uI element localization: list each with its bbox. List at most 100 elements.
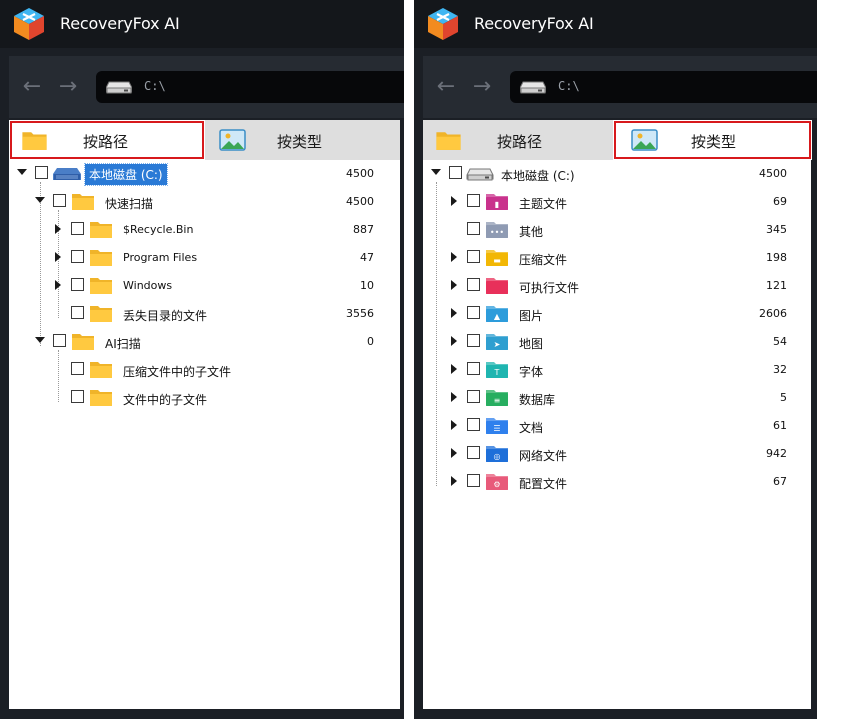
ai-folder-icon: [71, 331, 95, 351]
svg-text:▬: ▬: [493, 256, 501, 265]
tree-row-document[interactable]: ☰ 文档 61: [423, 412, 811, 440]
document-icon: ☰: [485, 415, 509, 435]
tree-row-root[interactable]: 本地磁盘 (C:) 4500: [423, 160, 811, 188]
tree-row-theme[interactable]: ▮ 主题文件 69: [423, 188, 811, 216]
tree-label: 可执行文件: [519, 281, 580, 295]
tree-row-archive[interactable]: ▬ 压缩文件 198: [423, 244, 811, 272]
svg-text:▮: ▮: [495, 200, 499, 209]
font-icon: T: [485, 359, 509, 379]
checkbox[interactable]: [467, 474, 480, 487]
item-count: 0: [367, 335, 374, 348]
tree-row-lost-files[interactable]: 丢失目录的文件 3556: [9, 300, 400, 328]
address-bar[interactable]: C:\: [96, 71, 404, 103]
expand-toggle[interactable]: [17, 169, 27, 175]
tree-row-executable[interactable]: 可执行文件 121: [423, 272, 811, 300]
expand-toggle[interactable]: [451, 420, 457, 430]
expand-toggle[interactable]: [451, 280, 457, 290]
svg-text:•••: •••: [490, 228, 504, 237]
expand-toggle[interactable]: [451, 364, 457, 374]
tree-label: 文件中的子文件: [123, 393, 208, 407]
tree-row-font[interactable]: T 字体 32: [423, 356, 811, 384]
drive-icon: [466, 167, 494, 181]
item-count: 47: [360, 251, 374, 264]
expand-toggle[interactable]: [35, 197, 45, 203]
address-bar[interactable]: C:\: [510, 71, 817, 103]
checkbox[interactable]: [71, 278, 84, 291]
expand-toggle[interactable]: [55, 280, 61, 290]
tree-row-archive-subfiles[interactable]: 压缩文件中的子文件: [9, 356, 400, 384]
item-count: 67: [773, 475, 787, 488]
checkbox[interactable]: [467, 418, 480, 431]
item-count: 54: [773, 335, 787, 348]
navigation-bar: ← → C:\: [423, 56, 817, 118]
tab-label: 按类型: [277, 133, 323, 151]
expand-toggle[interactable]: [431, 169, 441, 175]
tab-by-path[interactable]: 按路径: [423, 120, 613, 160]
expand-toggle[interactable]: [35, 337, 45, 343]
tree-row-file-subfiles[interactable]: 文件中的子文件: [9, 384, 400, 412]
arrow-left-icon[interactable]: ←: [19, 74, 45, 100]
right-window: RecoveryFox AI ← → C:\ 按路径 按类型 本地磁盘 (C:)…: [414, 0, 817, 719]
checkbox[interactable]: [71, 250, 84, 263]
checkbox[interactable]: [71, 390, 84, 403]
expand-toggle[interactable]: [451, 252, 457, 262]
left-window: RecoveryFox AI ← → C:\ 按路径 按类型 本地磁盘 (C:)…: [0, 0, 404, 719]
checkbox[interactable]: [467, 194, 480, 207]
checkbox[interactable]: [71, 306, 84, 319]
checkbox[interactable]: [467, 362, 480, 375]
app-logo-icon: [12, 7, 46, 41]
expand-toggle[interactable]: [451, 392, 457, 402]
checkbox[interactable]: [71, 362, 84, 375]
tree-row-picture[interactable]: ▲ 图片 2606: [423, 300, 811, 328]
address-path: C:\: [144, 79, 166, 93]
lost-folder-icon: [89, 303, 113, 323]
theme-icon: ▮: [485, 191, 509, 211]
tree-row-recycle-bin[interactable]: $Recycle.Bin 887: [9, 216, 400, 244]
tree-row-root[interactable]: 本地磁盘 (C:) 4500: [9, 160, 400, 188]
arrow-right-icon[interactable]: →: [55, 74, 81, 100]
expand-toggle[interactable]: [451, 336, 457, 346]
tree-row-windows[interactable]: Windows 10: [9, 272, 400, 300]
tree-row-other[interactable]: ••• 其他 345: [423, 216, 811, 244]
tree-row-config[interactable]: ⚙ 配置文件 67: [423, 468, 811, 496]
folder-icon: [71, 191, 95, 211]
svg-text:⚙: ⚙: [493, 480, 500, 489]
item-count: 32: [773, 363, 787, 376]
expand-toggle[interactable]: [451, 308, 457, 318]
checkbox[interactable]: [467, 334, 480, 347]
navigation-bar: ← → C:\: [9, 56, 404, 118]
checkbox[interactable]: [467, 446, 480, 459]
tab-by-path[interactable]: 按路径: [9, 120, 205, 160]
expand-toggle[interactable]: [55, 224, 61, 234]
tree-row-database[interactable]: ≡ 数据库 5: [423, 384, 811, 412]
checkbox[interactable]: [467, 306, 480, 319]
expand-toggle[interactable]: [451, 448, 457, 458]
checkbox[interactable]: [449, 166, 462, 179]
expand-toggle[interactable]: [451, 196, 457, 206]
checkbox[interactable]: [467, 390, 480, 403]
expand-toggle[interactable]: [55, 252, 61, 262]
checkbox[interactable]: [467, 250, 480, 263]
checkbox[interactable]: [71, 222, 84, 235]
address-path: C:\: [558, 79, 580, 93]
expand-toggle[interactable]: [451, 476, 457, 486]
tree-label: 丢失目录的文件: [123, 309, 208, 323]
checkbox[interactable]: [467, 222, 480, 235]
tree-label: 快速扫描: [105, 197, 154, 211]
tab-by-type[interactable]: 按类型: [613, 120, 812, 160]
tree-label: 压缩文件中的子文件: [123, 365, 232, 379]
checkbox[interactable]: [467, 278, 480, 291]
checkbox[interactable]: [53, 194, 66, 207]
tree-row-network[interactable]: ◎ 网络文件 942: [423, 440, 811, 468]
tab-by-type[interactable]: 按类型: [205, 120, 400, 160]
checkbox[interactable]: [35, 166, 48, 179]
arrow-left-icon[interactable]: ←: [433, 74, 459, 100]
arrow-right-icon[interactable]: →: [469, 74, 495, 100]
tree-row-quick-scan[interactable]: 快速扫描 4500: [9, 188, 400, 216]
tree-row-map[interactable]: ➤ 地图 54: [423, 328, 811, 356]
tree-row-program-files[interactable]: Program Files 47: [9, 244, 400, 272]
tree-row-ai-scan[interactable]: AI扫描 0: [9, 328, 400, 356]
item-count: 4500: [346, 195, 374, 208]
tree-label: 本地磁盘 (C:): [501, 169, 575, 183]
checkbox[interactable]: [53, 334, 66, 347]
